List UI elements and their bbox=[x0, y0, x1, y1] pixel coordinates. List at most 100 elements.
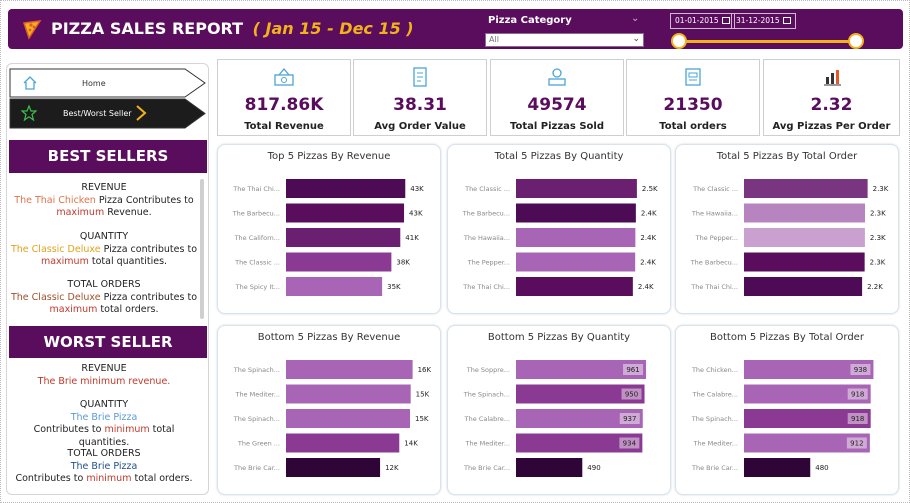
bar[interactable] bbox=[744, 228, 865, 247]
chart-bottom5-quantity: Bottom 5 Pizzas By Quantity The Soppre..… bbox=[447, 325, 671, 495]
value-label: 961 bbox=[626, 366, 639, 374]
calendar-icon[interactable] bbox=[782, 17, 791, 24]
category-label: The Barbecu... bbox=[690, 259, 738, 267]
value-label: 2.3K bbox=[870, 234, 886, 242]
chart-bottom5-orders: Bottom 5 Pizzas By Total Order The Chick… bbox=[675, 325, 899, 495]
best-orders-block: TOTAL ORDERS The Classic Deluxe Pizza co… bbox=[9, 279, 199, 317]
worst-quantity-key: minimum bbox=[104, 424, 150, 435]
category-label: The Barbecu... bbox=[462, 210, 510, 218]
bar[interactable] bbox=[744, 179, 868, 198]
value-label: 950 bbox=[625, 391, 638, 399]
value-label: 2.5K bbox=[642, 185, 658, 193]
category-label: The Brie Car... bbox=[691, 464, 738, 472]
chart-top5-revenue: Top 5 Pizzas By Revenue The Thai Chi... 4… bbox=[217, 144, 441, 314]
panel-scrollbar[interactable] bbox=[200, 179, 204, 319]
bar[interactable] bbox=[286, 384, 411, 404]
date-range-slider[interactable] bbox=[685, 40, 863, 43]
chart-svg: The Chicken... 938 The Calabre... 918 The Sp… bbox=[691, 360, 874, 477]
revenue-icon bbox=[274, 67, 294, 86]
bar[interactable] bbox=[286, 179, 406, 198]
start-date-value: 01-01-2015 bbox=[675, 16, 719, 25]
category-label: The Calabre... bbox=[692, 391, 738, 399]
best-orders-pizza: The Classic Deluxe bbox=[10, 291, 101, 303]
value-label: 934 bbox=[623, 440, 637, 448]
bar[interactable] bbox=[286, 228, 401, 247]
best-orders-text: Pizza contributes to bbox=[103, 291, 198, 303]
category-label: The Spinach... bbox=[691, 415, 738, 423]
kpi-value: 38.31 bbox=[393, 95, 447, 115]
worst-quantity-pre: Contributes to bbox=[33, 424, 102, 435]
start-date-input[interactable]: 01-01-2015 bbox=[670, 13, 735, 29]
slider-end-handle[interactable] bbox=[848, 33, 864, 49]
page-title: PIZZA SALES REPORT ( Jan 15 - Dec 15 ) bbox=[51, 19, 414, 38]
bar[interactable] bbox=[286, 203, 405, 223]
worst-seller-banner: WORST SELLER bbox=[9, 326, 207, 358]
nav-home-label: Home bbox=[82, 79, 106, 88]
kpi-label: Avg Pizzas Per Order bbox=[772, 121, 891, 132]
calendar-icon[interactable] bbox=[721, 17, 730, 24]
category-filter-label: Pizza Category bbox=[488, 15, 572, 26]
best-quantity-tail: total quantities. bbox=[91, 256, 168, 267]
category-label: The Hawaiia... bbox=[463, 234, 510, 242]
category-label: The Pepper... bbox=[695, 234, 738, 242]
value-label: 918 bbox=[851, 415, 864, 423]
bar[interactable] bbox=[286, 409, 411, 428]
bar[interactable] bbox=[516, 277, 633, 296]
receipt-icon bbox=[413, 67, 427, 87]
orders-icon bbox=[685, 68, 701, 86]
category-label: The Thai Chi... bbox=[462, 283, 510, 291]
kpi-avg-order-value: 38.31 Avg Order Value bbox=[353, 59, 487, 136]
bar[interactable] bbox=[516, 458, 583, 477]
worst-orders-pizza: The Brie Pizza bbox=[70, 460, 138, 472]
chart-svg: The Soppre... 961 The Spinach... 950 The Cal… bbox=[463, 360, 647, 477]
best-quantity-heading: QUANTITY bbox=[79, 231, 129, 242]
category-dropdown[interactable]: All ⌄ bbox=[485, 33, 644, 47]
bar[interactable] bbox=[516, 228, 636, 247]
category-label: The Chicken... bbox=[691, 366, 738, 374]
chart-svg: The Classic ... 2.5K The Barbecu... 2.4K The… bbox=[462, 179, 658, 296]
nav-home-button[interactable] bbox=[9, 68, 206, 98]
category-label: The Mediter... bbox=[234, 391, 280, 399]
worst-quantity-pizza: The Brie Pizza bbox=[70, 411, 138, 423]
category-label: The Spinach... bbox=[463, 391, 510, 399]
category-label: The Brie Car... bbox=[233, 464, 280, 472]
category-label: The Brie Car... bbox=[463, 464, 510, 472]
bar[interactable] bbox=[286, 277, 383, 296]
best-sellers-banner: BEST SELLERS bbox=[9, 140, 207, 173]
value-label: 938 bbox=[854, 366, 867, 374]
category-label: The Soppre... bbox=[466, 366, 510, 374]
bar[interactable] bbox=[744, 252, 865, 272]
bar[interactable] bbox=[744, 277, 863, 296]
value-label: 490 bbox=[587, 464, 600, 472]
chevron-down-icon[interactable]: ⌄ bbox=[631, 13, 639, 24]
category-label: The Hawaiia... bbox=[691, 210, 738, 218]
category-label: The Barbecu... bbox=[232, 210, 280, 218]
value-label: 2.4K bbox=[641, 210, 657, 218]
kpi-total-revenue: 817.86K Total Revenue bbox=[217, 59, 351, 136]
value-label: 2.4K bbox=[640, 234, 656, 242]
slider-start-handle[interactable] bbox=[671, 33, 687, 49]
date-range-text: ( Jan 15 - Dec 15 ) bbox=[252, 19, 414, 38]
value-label: 14K bbox=[404, 440, 418, 448]
nav-best-worst-label: Best/Worst Seller bbox=[63, 109, 132, 118]
report-header: PIZZA SALES REPORT ( Jan 15 - Dec 15 ) P… bbox=[8, 9, 903, 49]
bar[interactable] bbox=[516, 203, 636, 223]
end-date-input[interactable]: 31-12-2015 bbox=[731, 13, 796, 29]
bar[interactable] bbox=[744, 458, 811, 477]
best-revenue-heading: REVENUE bbox=[81, 182, 127, 193]
worst-orders-key: minimum bbox=[86, 473, 132, 484]
bar[interactable] bbox=[286, 458, 381, 477]
bar[interactable] bbox=[286, 252, 392, 272]
value-label: 43K bbox=[409, 210, 423, 218]
chart-top5-orders: Total 5 Pizzas By Total Order The Classi… bbox=[675, 144, 899, 314]
bar[interactable] bbox=[286, 360, 413, 379]
bar[interactable] bbox=[516, 179, 637, 198]
worst-orders-pre: Contributes to bbox=[15, 473, 84, 484]
bar[interactable] bbox=[516, 252, 636, 272]
bar[interactable] bbox=[744, 203, 866, 223]
value-label: 2.3K bbox=[870, 259, 886, 267]
category-label: The Classic ... bbox=[692, 185, 738, 193]
value-label: 41K bbox=[405, 234, 419, 242]
bar[interactable] bbox=[286, 433, 400, 453]
star-icon bbox=[21, 105, 37, 121]
